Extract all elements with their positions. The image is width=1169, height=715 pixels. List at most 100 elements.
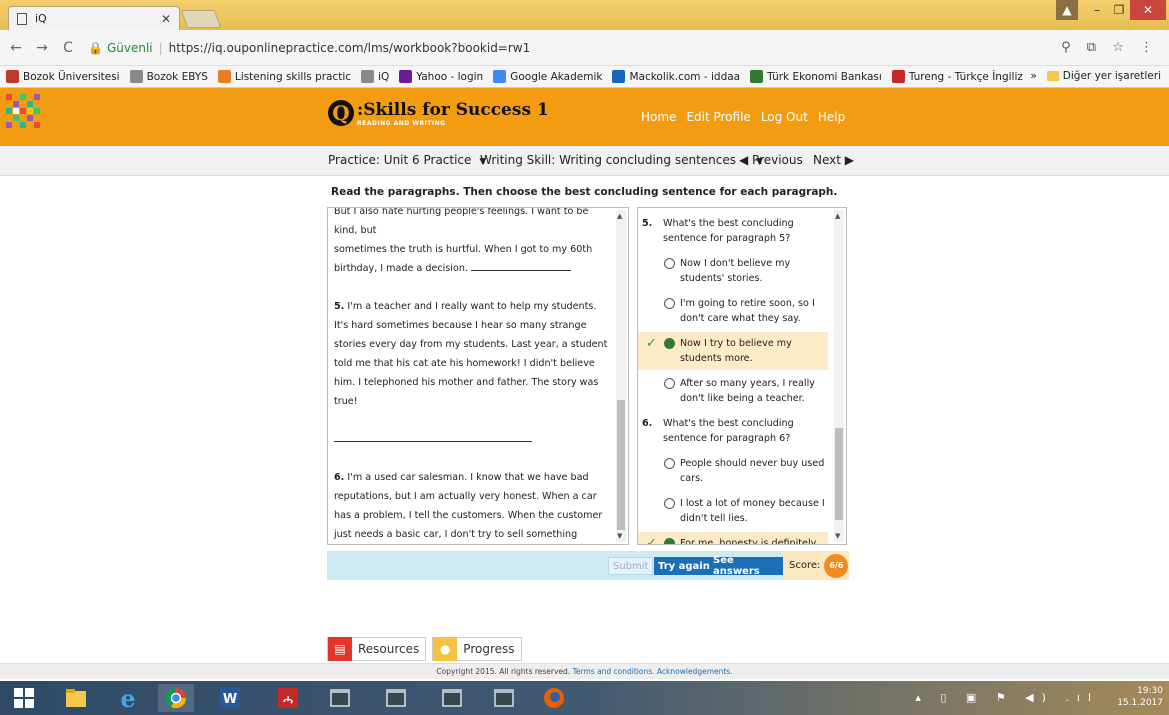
- bookmark-item[interactable]: Yahoo - login: [399, 70, 483, 83]
- bookmark-icon: [612, 70, 626, 83]
- scroll-up-icon[interactable]: ▲: [835, 212, 840, 220]
- bookmark-item[interactable]: Listening skills practic: [217, 70, 351, 83]
- firefox-icon[interactable]: [536, 684, 572, 712]
- scroll-down-icon[interactable]: ▼: [835, 532, 840, 540]
- see-answers-button[interactable]: See answers: [709, 555, 783, 577]
- app-window-icon[interactable]: [486, 684, 522, 712]
- questions-scrollbar[interactable]: ▲ ▼: [834, 210, 844, 542]
- logo-pixel: [13, 115, 19, 121]
- forward-arrow-icon[interactable]: →: [32, 40, 52, 56]
- submit-button[interactable]: Submit: [608, 557, 654, 575]
- address-bar[interactable]: 🔒 Güvenli | https://iq.ouponlinepractice…: [88, 36, 1138, 60]
- browser-toolbar: ← → C 🔒 Güvenli | https://iq.ouponlinepr…: [0, 30, 1169, 66]
- bookmark-item[interactable]: Bozok EBYS: [129, 70, 208, 83]
- system-tray-icons[interactable]: ▴ ▯ ▣ ⚑ ◀) .ıl: [915, 691, 1099, 704]
- folder-icon: [1046, 71, 1059, 81]
- nav-help[interactable]: Help: [818, 110, 845, 124]
- logo-pixel: [6, 122, 12, 128]
- bookmark-item[interactable]: Google Akademik: [493, 70, 602, 83]
- reading-scrollbar[interactable]: ▲ ▼: [616, 210, 626, 542]
- answer-option[interactable]: Now I don't believe my students' stories…: [638, 252, 828, 290]
- scroll-up-icon[interactable]: ▲: [617, 212, 622, 220]
- copyright-bar: Copyright 2015. All rights reserved. Ter…: [0, 663, 1169, 679]
- terms-link[interactable]: Terms and conditions.: [573, 667, 655, 676]
- browser-tab[interactable]: iQ ✕: [8, 6, 180, 30]
- user-profile-icon[interactable]: ▲: [1056, 0, 1078, 20]
- radio-button[interactable]: [664, 298, 675, 309]
- clock-date: 15.1.2017: [1117, 698, 1163, 708]
- nav-log-out[interactable]: Log Out: [761, 110, 808, 124]
- previous-button[interactable]: ◀ Previous: [739, 153, 803, 167]
- page-icon: [17, 12, 27, 25]
- q-skills-logo[interactable]: Q :Skills for Success 1 READING AND WRIT…: [328, 100, 549, 127]
- clock[interactable]: 19:30 15.1.2017: [1117, 685, 1163, 709]
- maximize-button[interactable]: ❐: [1108, 0, 1130, 20]
- logo-title: :Skills for Success 1: [357, 100, 549, 120]
- checkmark-icon: ✓: [646, 536, 657, 545]
- answer-option[interactable]: I'm going to retire soon, so I don't car…: [638, 292, 828, 330]
- bookmark-item[interactable]: Tureng - Türkçe İngiliz: [891, 70, 1023, 83]
- radio-button[interactable]: [664, 538, 675, 544]
- bookmark-label: Mackolik.com - iddaa: [629, 70, 741, 83]
- start-windows-icon[interactable]: [6, 684, 42, 712]
- bookmark-item[interactable]: Türk Ekonomi Bankası: [750, 70, 882, 83]
- other-bookmarks[interactable]: Diğer yer işaretleri: [1063, 70, 1161, 82]
- acknowledgements-link[interactable]: Acknowledgements.: [657, 667, 733, 676]
- close-window-button[interactable]: ✕: [1130, 0, 1166, 20]
- scroll-down-icon[interactable]: ▼: [617, 532, 622, 540]
- logo-pixel: [13, 108, 19, 114]
- top-nav: Home Edit Profile Log Out Help: [641, 110, 845, 124]
- skill-select[interactable]: Writing Skill: Writing concluding senten…: [480, 153, 763, 167]
- app-window-icon[interactable]: [378, 684, 414, 712]
- radio-button[interactable]: [664, 258, 675, 269]
- answer-option[interactable]: After so many years, I really don't like…: [638, 372, 828, 410]
- footer-tabs: ▤ Resources ● Progress: [327, 637, 522, 661]
- file-explorer-icon[interactable]: [58, 684, 94, 712]
- logo-pixel: [27, 115, 33, 121]
- questions-panel[interactable]: 5. What's the best concluding sentence fo…: [637, 207, 847, 545]
- bookmark-item[interactable]: Mackolik.com - iddaa: [612, 70, 740, 83]
- chrome-icon[interactable]: [158, 684, 194, 712]
- bookmark-item[interactable]: iQ: [361, 70, 389, 83]
- app-window-icon[interactable]: [434, 684, 470, 712]
- radio-button[interactable]: [664, 458, 675, 469]
- next-button[interactable]: Next ▶: [813, 153, 854, 167]
- secure-label: Güvenli: [106, 40, 153, 55]
- nav-edit-profile[interactable]: Edit Profile: [686, 110, 750, 124]
- bookmark-item[interactable]: Bozok Üniversitesi: [6, 70, 120, 83]
- reload-icon[interactable]: C: [58, 40, 78, 56]
- radio-button[interactable]: [664, 498, 675, 509]
- new-tab-button[interactable]: [180, 10, 222, 28]
- practice-select[interactable]: Practice: Unit 6 Practice ▼: [328, 153, 486, 167]
- answer-option[interactable]: I lost a lot of money because I didn't t…: [638, 492, 828, 530]
- app-red-icon[interactable]: ሓ: [270, 684, 306, 712]
- bookmarks-right: » Diğer yer işaretleri: [1030, 70, 1161, 82]
- scrollbar-thumb[interactable]: [835, 428, 843, 520]
- bookmark-icon: [6, 70, 19, 83]
- resources-tab[interactable]: ▤ Resources: [327, 637, 427, 661]
- url-text: https://iq.ouponlinepractice.com/lms/wor…: [168, 40, 531, 55]
- logo-pixel: [20, 122, 26, 128]
- score-label: Score:: [789, 560, 821, 571]
- answer-option[interactable]: People should never buy used cars.: [638, 452, 828, 490]
- minimize-button[interactable]: –: [1086, 0, 1108, 20]
- word-icon[interactable]: W: [212, 684, 248, 712]
- browser-titlebar: iQ ✕ ▲ – ❐ ✕: [0, 0, 1169, 30]
- answer-option[interactable]: ✓ For me, honesty is definitely the: [638, 532, 828, 545]
- radio-button[interactable]: [664, 338, 675, 349]
- internet-explorer-icon[interactable]: e: [110, 684, 146, 713]
- bookmarks-overflow[interactable]: »: [1030, 70, 1036, 82]
- scrollbar-thumb[interactable]: [617, 400, 625, 530]
- nav-home[interactable]: Home: [641, 110, 676, 124]
- progress-tab[interactable]: ● Progress: [432, 637, 522, 661]
- answer-option[interactable]: ✓ Now I try to believe my students more.: [638, 332, 828, 370]
- try-again-button[interactable]: Try again: [654, 557, 714, 575]
- resources-icon: ▤: [328, 637, 352, 661]
- back-arrow-icon[interactable]: ←: [6, 40, 26, 56]
- logo-pixel: [6, 108, 12, 114]
- tab-close-icon[interactable]: ✕: [161, 12, 171, 26]
- radio-button[interactable]: [664, 378, 675, 389]
- app-window-icon[interactable]: [322, 684, 358, 712]
- reading-panel[interactable]: But I also hate hurting people's feeling…: [327, 207, 629, 545]
- zoom-translate-star-menu-icons[interactable]: ⚲ ⧉ ☆ ⋮: [1061, 40, 1159, 55]
